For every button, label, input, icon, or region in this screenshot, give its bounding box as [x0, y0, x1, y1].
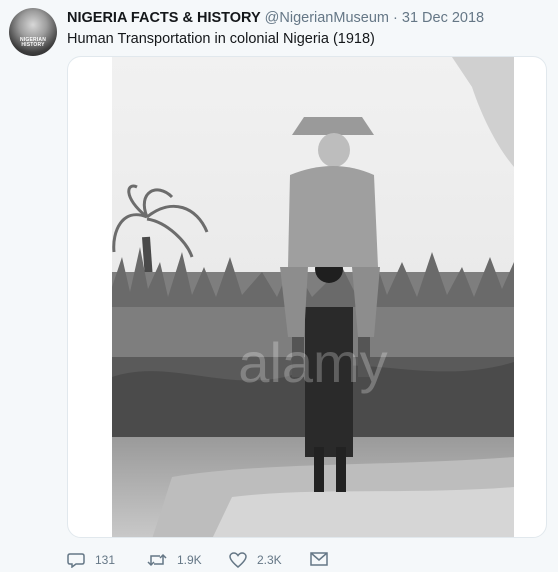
direct-message-button[interactable]: [310, 552, 338, 566]
avatar-logo-text: NIGERIAN HISTORY: [19, 37, 47, 48]
reply-icon: [67, 553, 85, 568]
heart-icon: [229, 552, 247, 568]
tweet-actions: 131 1.9K 2.3K: [67, 552, 367, 572]
reply-button[interactable]: 131: [67, 552, 115, 568]
tweet-date[interactable]: 31 Dec 2018: [402, 10, 484, 26]
separator-dot: ·: [393, 10, 398, 26]
historical-photo: alamy: [112, 57, 514, 537]
user-handle[interactable]: @NigerianMuseum: [265, 10, 389, 26]
tweet-header: NIGERIA FACTS & HISTORY @NigerianMuseum …: [67, 9, 484, 27]
tweet-text: Human Transportation in colonial Nigeria…: [67, 31, 375, 47]
retweet-icon: [147, 553, 167, 567]
profile-avatar[interactable]: NIGERIAN HISTORY: [9, 8, 57, 56]
retweet-button[interactable]: 1.9K: [147, 552, 202, 568]
watermark-text: alamy: [238, 331, 387, 394]
display-name[interactable]: NIGERIA FACTS & HISTORY: [67, 10, 261, 26]
tweet[interactable]: NIGERIAN HISTORY NIGERIA FACTS & HISTORY…: [0, 0, 558, 568]
like-button[interactable]: 2.3K: [229, 552, 282, 568]
envelope-icon: [310, 552, 328, 566]
tweet-media[interactable]: alamy: [67, 56, 547, 538]
